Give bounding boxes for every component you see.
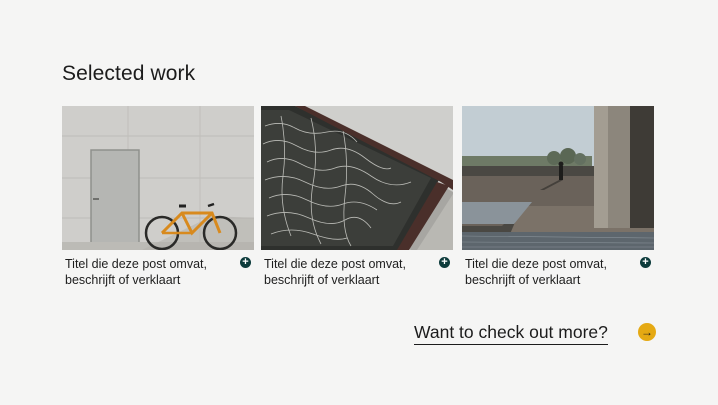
- arrow-right-icon[interactable]: →: [638, 323, 656, 341]
- card-caption: Titel die deze post omvat, beschrijft of…: [62, 256, 254, 288]
- work-card[interactable]: Titel die deze post omvat, beschrijft of…: [462, 106, 654, 288]
- card-caption-text: Titel die deze post omvat, beschrijft of…: [65, 257, 207, 287]
- page-title: Selected work: [62, 62, 196, 85]
- card-caption: Titel die deze post omvat, beschrijft of…: [261, 256, 453, 288]
- check-out-more-link[interactable]: Want to check out more?: [414, 322, 608, 345]
- plus-icon[interactable]: +: [640, 257, 651, 268]
- work-card[interactable]: Titel die deze post omvat, beschrijft of…: [261, 106, 453, 288]
- plus-icon[interactable]: +: [439, 257, 450, 268]
- plus-icon[interactable]: +: [240, 257, 251, 268]
- work-gallery: Titel die deze post omvat, beschrijft of…: [62, 106, 654, 296]
- work-card[interactable]: Titel die deze post omvat, beschrijft of…: [62, 106, 254, 288]
- card-caption-text: Titel die deze post omvat, beschrijft of…: [264, 257, 406, 287]
- card-caption-text: Titel die deze post omvat, beschrijft of…: [465, 257, 607, 287]
- card-caption: Titel die deze post omvat, beschrijft of…: [462, 256, 654, 288]
- work-thumbnail[interactable]: [62, 106, 254, 250]
- work-thumbnail[interactable]: [261, 106, 453, 250]
- work-thumbnail[interactable]: [462, 106, 654, 250]
